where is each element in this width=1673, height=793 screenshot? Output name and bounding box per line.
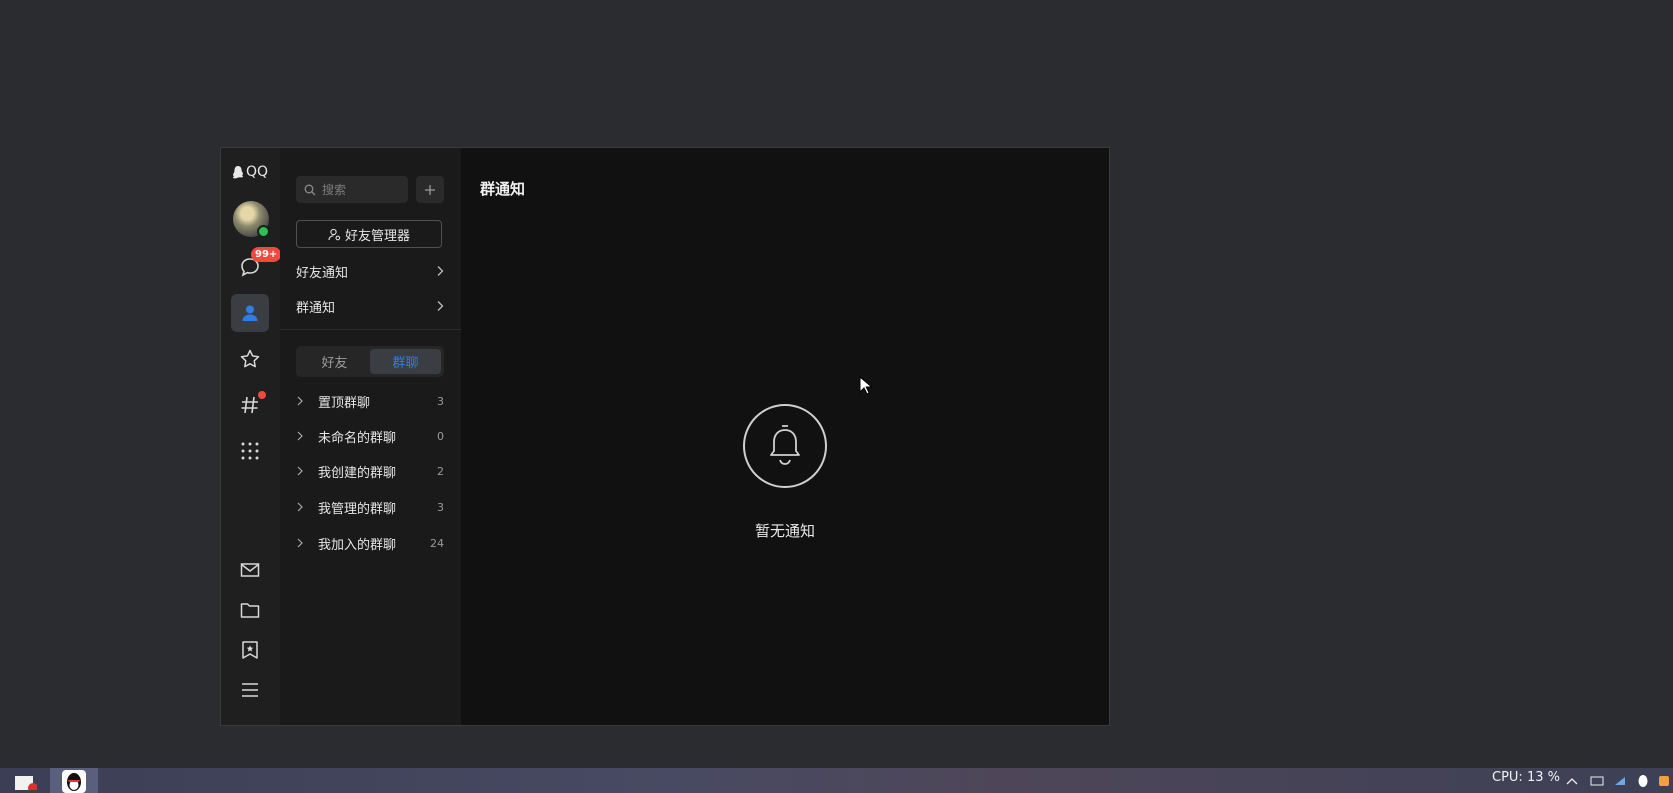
cpu-usage: CPU: 13 %	[1492, 770, 1560, 785]
contacts-icon	[242, 305, 258, 321]
chevron-right-icon	[297, 502, 303, 512]
contact-type-tabs: 好友 群聊	[296, 346, 444, 377]
notification-pane: 群通知 暂无通知	[461, 148, 1109, 725]
bookmark-icon	[242, 641, 258, 659]
search-placeholder: 搜索	[322, 183, 347, 197]
friend-notice-label: 好友通知	[296, 265, 349, 281]
penguin-icon	[1638, 774, 1648, 787]
folder-icon	[240, 603, 260, 618]
menu-icon	[242, 683, 258, 697]
group-category-count: 3	[437, 500, 444, 514]
tray-keyboard[interactable]	[1589, 768, 1605, 793]
group-category[interactable]: 未命名的群聊 0	[296, 421, 444, 451]
qq-logo: QQ	[232, 164, 268, 180]
user-settings-icon	[328, 228, 341, 240]
tray-expand-button[interactable]	[1565, 768, 1579, 793]
rail-favorites[interactable]	[231, 340, 269, 378]
messages-badge: 99+	[251, 247, 282, 262]
group-category[interactable]: 我创建的群聊 2	[296, 456, 444, 486]
empty-state-illustration	[743, 404, 827, 488]
bell-icon	[770, 425, 800, 465]
tab-friends[interactable]: 好友	[299, 349, 370, 374]
keyboard-icon	[1590, 776, 1604, 785]
group-category[interactable]: 置顶群聊 3	[296, 386, 444, 416]
contacts-panel: 搜索 好友管理器 好友通知 群通知 好友 群聊 置顶群聊 3 未命名的群聊 0 …	[280, 148, 462, 725]
group-category-name: 我创建的群聊	[318, 465, 397, 481]
group-category[interactable]: 我管理的群聊 3	[296, 492, 444, 522]
chevron-up-icon	[1566, 777, 1578, 784]
taskbar-app-qq[interactable]	[50, 768, 98, 793]
mail-icon	[240, 563, 260, 577]
tab-groups[interactable]: 群聊	[370, 349, 441, 374]
rail-bookmarks[interactable]	[231, 631, 269, 669]
channel-icon	[241, 396, 258, 414]
group-category-name: 置顶群聊	[318, 395, 371, 411]
group-category[interactable]: 我加入的群聊 24	[296, 528, 444, 558]
empty-state-text: 暂无通知	[754, 522, 815, 540]
calendar-icon	[15, 775, 37, 790]
rail-messages[interactable]: 99+	[231, 247, 282, 286]
apps-icon	[241, 442, 259, 460]
search-icon	[304, 184, 316, 195]
group-notice-label: 群通知	[296, 300, 336, 316]
friend-manager-button[interactable]: 好友管理器	[296, 220, 442, 248]
network-icon	[1615, 776, 1625, 785]
online-status-dot	[257, 225, 270, 238]
taskbar: CPU: 13 %	[0, 768, 1673, 793]
chevron-right-icon	[437, 301, 444, 311]
rail-files[interactable]	[231, 591, 269, 629]
group-category-count: 0	[437, 429, 444, 443]
mouse-cursor-icon	[859, 376, 873, 395]
nav-rail: QQ 99+	[221, 148, 282, 725]
friend-manager-label: 好友管理器	[344, 228, 410, 244]
logo-text: QQ	[246, 164, 269, 180]
chevron-right-icon	[297, 466, 303, 476]
group-category-name: 未命名的群聊	[318, 430, 397, 446]
page-title: 群通知	[480, 180, 526, 198]
rail-menu[interactable]	[231, 671, 269, 709]
search-input[interactable]: 搜索	[296, 176, 408, 203]
taskbar-app-calendar[interactable]	[8, 768, 42, 793]
tray-app-icon	[1659, 775, 1669, 786]
avatar[interactable]	[233, 201, 270, 238]
group-category-name: 我加入的群聊	[318, 537, 397, 553]
rail-apps[interactable]	[231, 432, 269, 470]
group-category-name: 我管理的群聊	[318, 501, 397, 517]
chevron-right-icon	[437, 266, 444, 276]
star-icon	[240, 349, 260, 368]
chevron-right-icon	[297, 538, 303, 548]
add-button[interactable]	[416, 176, 444, 203]
rail-mail[interactable]	[231, 551, 269, 589]
chevron-right-icon	[297, 396, 303, 406]
friend-notice-item[interactable]: 好友通知	[296, 256, 444, 286]
tray-network[interactable]	[1612, 768, 1628, 793]
qq-penguin-icon	[62, 769, 86, 793]
channel-dot	[258, 391, 266, 399]
group-notice-item[interactable]: 群通知	[296, 291, 444, 321]
qq-window: QQ 99+ 搜索 好友管理器 好友通知 群通知 好友 群聊 置顶群聊 3 未命…	[220, 147, 1110, 726]
divider	[280, 329, 461, 330]
group-category-count: 24	[430, 536, 444, 550]
group-category-count: 2	[437, 464, 444, 478]
tray-app[interactable]	[1656, 768, 1672, 793]
chevron-right-icon	[297, 431, 303, 441]
tray-qq[interactable]	[1635, 768, 1651, 793]
rail-contacts[interactable]	[231, 294, 269, 332]
rail-channels[interactable]	[231, 386, 269, 424]
group-category-count: 3	[437, 394, 444, 408]
plus-icon	[425, 184, 435, 195]
penguin-icon	[232, 166, 244, 179]
